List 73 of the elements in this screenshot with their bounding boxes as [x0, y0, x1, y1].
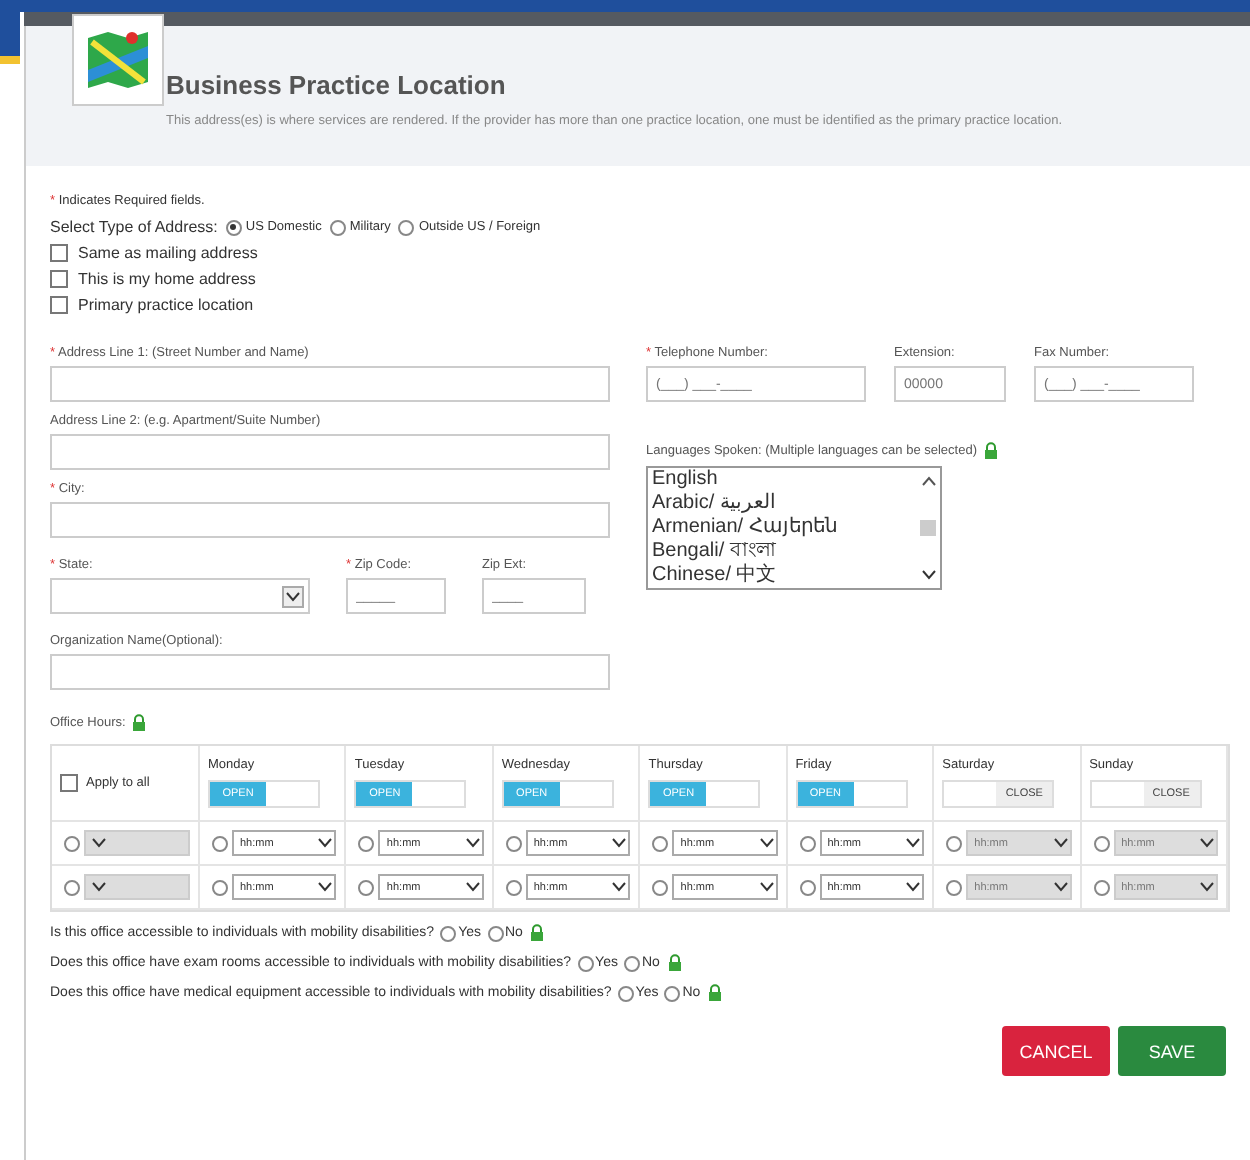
side-strip — [0, 12, 20, 64]
chevron-down-icon — [612, 882, 627, 892]
radio-button[interactable] — [799, 835, 816, 851]
checkbox[interactable] — [60, 774, 78, 792]
checkbox-label: Primary practice location — [78, 296, 254, 314]
radio-button[interactable] — [946, 835, 963, 851]
chevron-down-icon — [465, 838, 480, 848]
radio-button[interactable] — [617, 985, 634, 1001]
scroll-up-icon[interactable] — [921, 476, 935, 486]
scrollbar-thumb[interactable] — [920, 520, 936, 536]
checkbox-label: Same as mailing address — [78, 244, 258, 262]
radio-button[interactable] — [440, 925, 457, 941]
cancel-button[interactable]: CANCEL — [1002, 1026, 1110, 1076]
radio-button[interactable] — [212, 835, 228, 851]
checkbox[interactable] — [50, 296, 68, 314]
lock-icon — [131, 714, 146, 732]
lock-icon — [667, 954, 682, 972]
page-title: Business Practice Location — [166, 68, 508, 100]
chevron-down-icon — [612, 838, 627, 848]
chevron-down-icon — [92, 882, 106, 892]
radio-button[interactable] — [652, 835, 669, 851]
address-type-label: Select Type of Address: — [50, 218, 218, 236]
chevron-down-icon — [1053, 882, 1068, 892]
chevron-down-icon — [906, 882, 921, 892]
chevron-down-icon — [921, 570, 935, 580]
chevron-down-icon — [286, 591, 300, 601]
chevron-down-icon — [318, 838, 333, 848]
list-option[interactable]: English — [652, 468, 916, 492]
radio-button[interactable] — [398, 219, 415, 235]
radio-button[interactable] — [329, 219, 346, 235]
radio-button[interactable] — [358, 879, 375, 895]
chevron-down-icon — [759, 882, 774, 892]
chevron-down-icon — [1200, 838, 1214, 848]
chevron-down-icon — [759, 838, 774, 848]
radio-button[interactable] — [505, 879, 522, 895]
chevron-down-icon — [92, 838, 106, 848]
map-icon — [84, 26, 152, 94]
radio-button[interactable] — [664, 985, 681, 1001]
radio-button[interactable] — [212, 879, 228, 895]
input-field[interactable] — [50, 654, 610, 690]
lock-icon — [708, 984, 723, 1002]
lock-icon — [530, 924, 545, 942]
radio-button[interactable] — [652, 879, 669, 895]
radio-button[interactable] — [1093, 835, 1110, 851]
radio-button[interactable] — [64, 879, 80, 895]
input-field[interactable] — [50, 434, 610, 470]
list-option[interactable]: Bengali/ বাংলা — [652, 540, 916, 564]
list-option[interactable]: Armenian/ Հայերեն — [652, 516, 916, 540]
checkbox[interactable] — [50, 270, 68, 288]
lock-icon — [983, 442, 998, 460]
chevron-down-icon — [906, 838, 921, 848]
save-button[interactable]: SAVE — [1118, 1026, 1226, 1076]
radio-button[interactable] — [1093, 879, 1110, 895]
radio-button[interactable] — [487, 925, 503, 941]
radio-button[interactable] — [799, 879, 816, 895]
chevron-down-icon — [1053, 838, 1068, 848]
radio-button[interactable] — [946, 879, 963, 895]
state-dropdown[interactable] — [50, 578, 310, 614]
radio-button[interactable] — [225, 219, 242, 235]
radio-button[interactable] — [505, 835, 522, 851]
input-field[interactable] — [50, 502, 610, 538]
radio-button[interactable] — [623, 955, 640, 971]
radio-button[interactable] — [64, 835, 80, 851]
list-option[interactable]: Arabic/ العربية — [652, 492, 916, 516]
chevron-down-icon — [318, 882, 333, 892]
chevron-down-icon — [1200, 882, 1214, 892]
chevron-down-icon — [465, 882, 480, 892]
list-option[interactable]: Chinese/ 中文 — [652, 564, 916, 588]
radio-button[interactable] — [358, 835, 375, 851]
radio-button[interactable] — [577, 955, 594, 971]
checkbox-label: This is my home address — [78, 270, 256, 288]
input-field[interactable] — [50, 366, 610, 402]
checkbox[interactable] — [50, 244, 68, 262]
